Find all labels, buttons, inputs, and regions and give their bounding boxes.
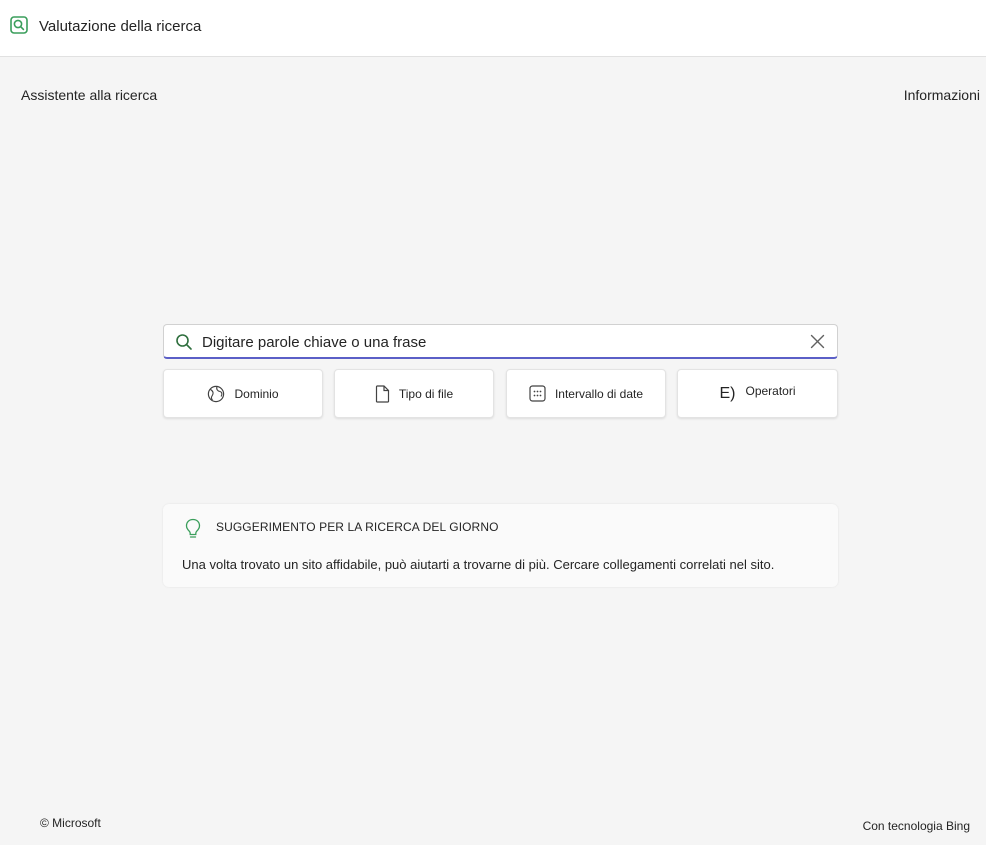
search-box[interactable] [163,324,838,359]
info-link[interactable]: Informazioni [904,87,980,103]
date-range-filter-button[interactable]: Intervallo di date [506,369,666,418]
operators-filter-label: Operatori [745,383,796,398]
operators-filter-button[interactable]: E) Operatori [677,369,838,418]
file-type-filter-button[interactable]: Tipo di file [334,369,494,418]
calendar-icon [529,385,546,402]
app-title: Valutazione della ricerca [39,18,202,35]
powered-by-text[interactable]: Con tecnologia Bing [863,819,970,833]
document-icon [375,384,390,403]
search-app-icon [10,16,28,34]
tip-body: Una volta trovato un sito affidabile, pu… [182,557,775,572]
research-assistant-link[interactable]: Assistente alla ricerca [21,87,157,103]
lightbulb-icon [185,518,201,538]
date-range-filter-label: Intervallo di date [554,386,644,401]
operator-glyph: E) [719,384,736,402]
search-tip-card: SUGGERIMENTO PER LA RICERCA DEL GIORNO U… [163,504,838,587]
close-icon[interactable] [810,334,825,349]
top-bar: Valutazione della ricerca [0,0,986,57]
search-icon [176,334,192,350]
globe-icon [207,385,225,403]
domain-filter-label: Dominio [234,386,279,401]
file-type-filter-label: Tipo di file [398,386,454,401]
domain-filter-button[interactable]: Dominio [163,369,323,418]
tip-heading: SUGGERIMENTO PER LA RICERCA DEL GIORNO [216,520,499,534]
search-input[interactable] [202,330,792,354]
copyright-text: © Microsoft [40,816,101,830]
